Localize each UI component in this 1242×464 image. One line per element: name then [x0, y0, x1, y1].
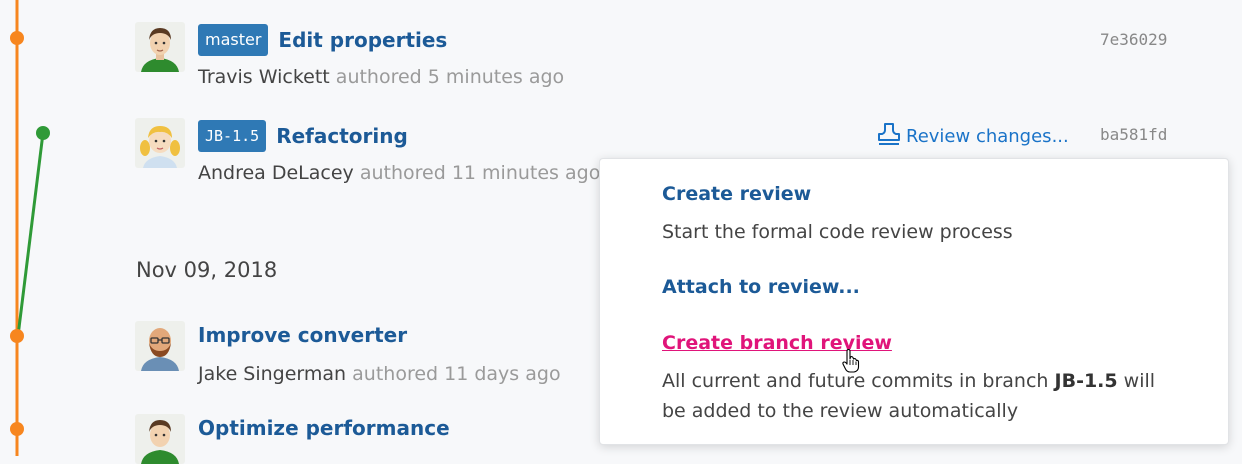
commit-title[interactable]: Edit properties — [278, 28, 447, 52]
commit-title[interactable]: Optimize performance — [198, 416, 450, 440]
commit-hash[interactable]: ba581fd — [1100, 125, 1167, 144]
review-changes-label: Review changes... — [906, 126, 1069, 147]
review-stamp-icon — [876, 122, 906, 151]
commit-meta: authored 11 days ago — [352, 363, 561, 385]
commit-graph — [10, 0, 50, 456]
review-changes-link[interactable]: Review changes... — [876, 122, 1069, 151]
commit-node — [10, 31, 24, 45]
commit-title[interactable]: Refactoring — [276, 124, 408, 148]
review-dropdown-menu: Create review Start the formal code revi… — [599, 158, 1229, 445]
side-branch-line — [16, 132, 45, 337]
date-heading: Nov 09, 2018 — [136, 258, 278, 282]
branch-name: JB-1.5 — [1054, 370, 1118, 392]
branch-review-description: All current and future commits in branch… — [662, 366, 1182, 426]
commit-node — [10, 422, 24, 436]
attach-to-review-item[interactable]: Attach to review... — [662, 276, 860, 298]
author-name[interactable]: Andrea DeLacey — [198, 162, 354, 184]
commit-node — [36, 126, 50, 140]
commit-hash[interactable]: 7e36029 — [1100, 30, 1167, 49]
branch-badge[interactable]: master — [198, 24, 269, 56]
commit-title[interactable]: Improve converter — [198, 323, 407, 347]
commit-meta: authored 5 minutes ago — [335, 66, 565, 88]
create-review-description: Start the formal code review process — [662, 221, 1013, 243]
commit-node — [10, 329, 24, 343]
hand-pointer-icon — [842, 348, 860, 377]
avatar — [135, 321, 185, 371]
author-name[interactable]: Travis Wickett — [198, 66, 330, 88]
avatar — [135, 22, 185, 72]
avatar — [135, 414, 185, 464]
branch-badge[interactable]: JB-1.5 — [198, 120, 267, 152]
create-review-item[interactable]: Create review — [662, 183, 811, 205]
avatar — [135, 118, 185, 168]
author-name[interactable]: Jake Singerman — [198, 363, 346, 385]
commit-meta: authored 11 minutes ago — [359, 162, 601, 184]
